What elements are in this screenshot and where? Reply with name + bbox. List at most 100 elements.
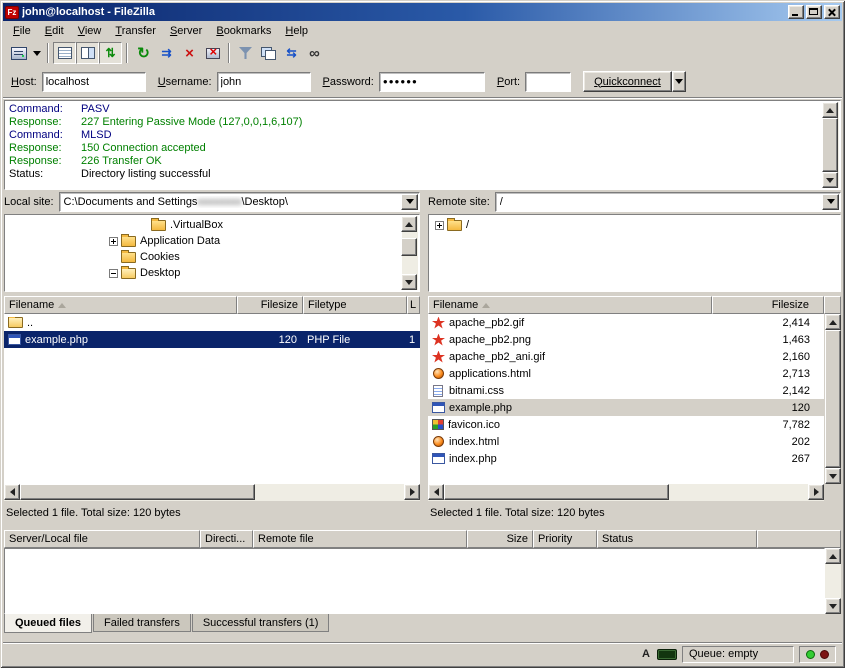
expand-icon[interactable]: [109, 237, 118, 246]
column-header-server-local-file[interactable]: Server/Local file: [4, 530, 200, 548]
scroll-down-button[interactable]: [822, 172, 838, 188]
file-row-selected[interactable]: example.php 120 PHP File 1: [4, 331, 420, 348]
file-row[interactable]: index.html202: [428, 433, 824, 450]
arrow-left-icon: [430, 488, 439, 496]
remote-horizontal-scrollbar[interactable]: [428, 484, 824, 501]
password-input[interactable]: [379, 72, 485, 92]
column-header-remote-file[interactable]: Remote file: [253, 530, 467, 548]
tree-item[interactable]: Cookies: [5, 249, 419, 265]
tab-queued-files[interactable]: Queued files: [4, 614, 92, 633]
username-input[interactable]: [217, 72, 311, 92]
file-row[interactable]: apache_pb2_ani.gif2,160: [428, 348, 824, 365]
column-header-last-modified[interactable]: L: [407, 296, 420, 314]
file-row-selected[interactable]: example.php120: [428, 399, 824, 416]
refresh-button[interactable]: ↻: [132, 42, 155, 64]
folder-icon: [121, 252, 136, 263]
column-header-filename[interactable]: Filename: [4, 296, 237, 314]
scroll-down-button[interactable]: [825, 598, 841, 614]
process-queue-button[interactable]: ⇉: [155, 42, 178, 64]
collapse-icon[interactable]: [109, 269, 118, 278]
local-list-header: Filename Filesize Filetype L: [4, 296, 420, 314]
tree-item[interactable]: Desktop: [5, 265, 419, 281]
column-header-direction[interactable]: Directi...: [200, 530, 253, 548]
filter-button[interactable]: [234, 42, 257, 64]
file-row[interactable]: favicon.ico7,782: [428, 416, 824, 433]
site-manager-button[interactable]: [7, 42, 30, 64]
toggle-queue-button[interactable]: ⇅: [99, 42, 122, 64]
file-row-up-directory[interactable]: ..: [4, 314, 420, 331]
menu-file[interactable]: File: [6, 23, 38, 39]
minimize-button[interactable]: [788, 5, 804, 19]
file-row[interactable]: apache_pb2.png1,463: [428, 331, 824, 348]
scroll-up-button[interactable]: [822, 102, 838, 118]
scroll-right-button[interactable]: [404, 484, 420, 500]
scrollbar-thumb[interactable]: [20, 484, 255, 500]
scrollbar-thumb[interactable]: [825, 330, 841, 468]
queue-vertical-scrollbar[interactable]: [825, 548, 841, 614]
menu-transfer[interactable]: Transfer: [108, 23, 163, 39]
tab-failed-transfers[interactable]: Failed transfers: [93, 614, 191, 632]
scrollbar-thumb[interactable]: [444, 484, 669, 500]
scroll-up-button[interactable]: [825, 314, 841, 330]
filezilla-logo-icon: Fz: [5, 6, 19, 19]
remote-site-combobox[interactable]: /: [495, 192, 841, 212]
process-queue-icon: ⇉: [161, 47, 171, 59]
scrollbar-thumb[interactable]: [822, 118, 838, 172]
find-files-button[interactable]: ∞: [303, 42, 326, 64]
close-button[interactable]: [824, 5, 840, 19]
scroll-down-button[interactable]: [401, 274, 417, 290]
file-row[interactable]: apache_pb2.gif2,414: [428, 314, 824, 331]
expand-icon[interactable]: [435, 221, 444, 230]
menu-help[interactable]: Help: [278, 23, 315, 39]
column-header-filesize[interactable]: Filesize: [237, 296, 303, 314]
disconnect-button[interactable]: [201, 42, 224, 64]
column-header-status[interactable]: Status: [597, 530, 757, 548]
toggle-message-log-button[interactable]: [53, 42, 76, 64]
file-row[interactable]: index.php267: [428, 450, 824, 467]
scroll-left-button[interactable]: [4, 484, 20, 500]
file-row[interactable]: applications.html2,713: [428, 365, 824, 382]
local-site-combobox[interactable]: C:\Documents and Settingsxxxxxxxx\Deskto…: [59, 192, 420, 212]
site-manager-dropdown-button[interactable]: [30, 42, 43, 64]
synchronized-browsing-button[interactable]: ⇆: [280, 42, 303, 64]
menu-edit[interactable]: Edit: [38, 23, 71, 39]
column-header-priority[interactable]: Priority: [533, 530, 597, 548]
remote-site-dropdown-button[interactable]: [822, 194, 839, 210]
scroll-up-button[interactable]: [825, 548, 841, 564]
tree-item[interactable]: Application Data: [5, 233, 419, 249]
quickconnect-dropdown-button[interactable]: [672, 71, 686, 92]
menu-view[interactable]: View: [71, 23, 109, 39]
tree-item[interactable]: .VirtualBox: [5, 217, 419, 233]
directory-comparison-button[interactable]: [257, 42, 280, 64]
site-manager-icon: [11, 47, 27, 60]
scroll-right-button[interactable]: [808, 484, 824, 500]
open-folder-icon: [121, 268, 136, 279]
menu-bookmarks[interactable]: Bookmarks: [209, 23, 278, 39]
port-input[interactable]: [525, 72, 571, 92]
local-site-dropdown-button[interactable]: [401, 194, 418, 210]
sort-ascending-icon: [482, 303, 490, 308]
log-vertical-scrollbar[interactable]: [823, 102, 839, 188]
local-horizontal-scrollbar[interactable]: [4, 484, 420, 501]
menu-server[interactable]: Server: [163, 23, 209, 39]
file-row[interactable]: bitnami.css2,142: [428, 382, 824, 399]
scroll-down-button[interactable]: [825, 468, 841, 484]
maximize-button[interactable]: [806, 5, 822, 19]
scrollbar-thumb[interactable]: [401, 238, 417, 256]
remote-vertical-scrollbar[interactable]: [825, 314, 841, 484]
scroll-up-button[interactable]: [401, 216, 417, 232]
toggle-tree-views-button[interactable]: [76, 42, 99, 64]
php-file-icon: [432, 402, 445, 413]
column-header-filename[interactable]: Filename: [428, 296, 712, 314]
tab-successful-transfers[interactable]: Successful transfers (1): [192, 614, 330, 632]
queue-header: Server/Local file Directi... Remote file…: [4, 530, 841, 548]
tree-item[interactable]: /: [429, 217, 840, 233]
scroll-left-button[interactable]: [428, 484, 444, 500]
host-input[interactable]: [42, 72, 146, 92]
column-header-filetype[interactable]: Filetype: [303, 296, 407, 314]
column-header-filesize[interactable]: Filesize: [712, 296, 824, 314]
cancel-button[interactable]: ×: [178, 42, 201, 64]
quickconnect-button[interactable]: Quickconnect: [583, 71, 672, 92]
local-tree-vertical-scrollbar[interactable]: [402, 216, 418, 290]
column-header-size[interactable]: Size: [467, 530, 533, 548]
